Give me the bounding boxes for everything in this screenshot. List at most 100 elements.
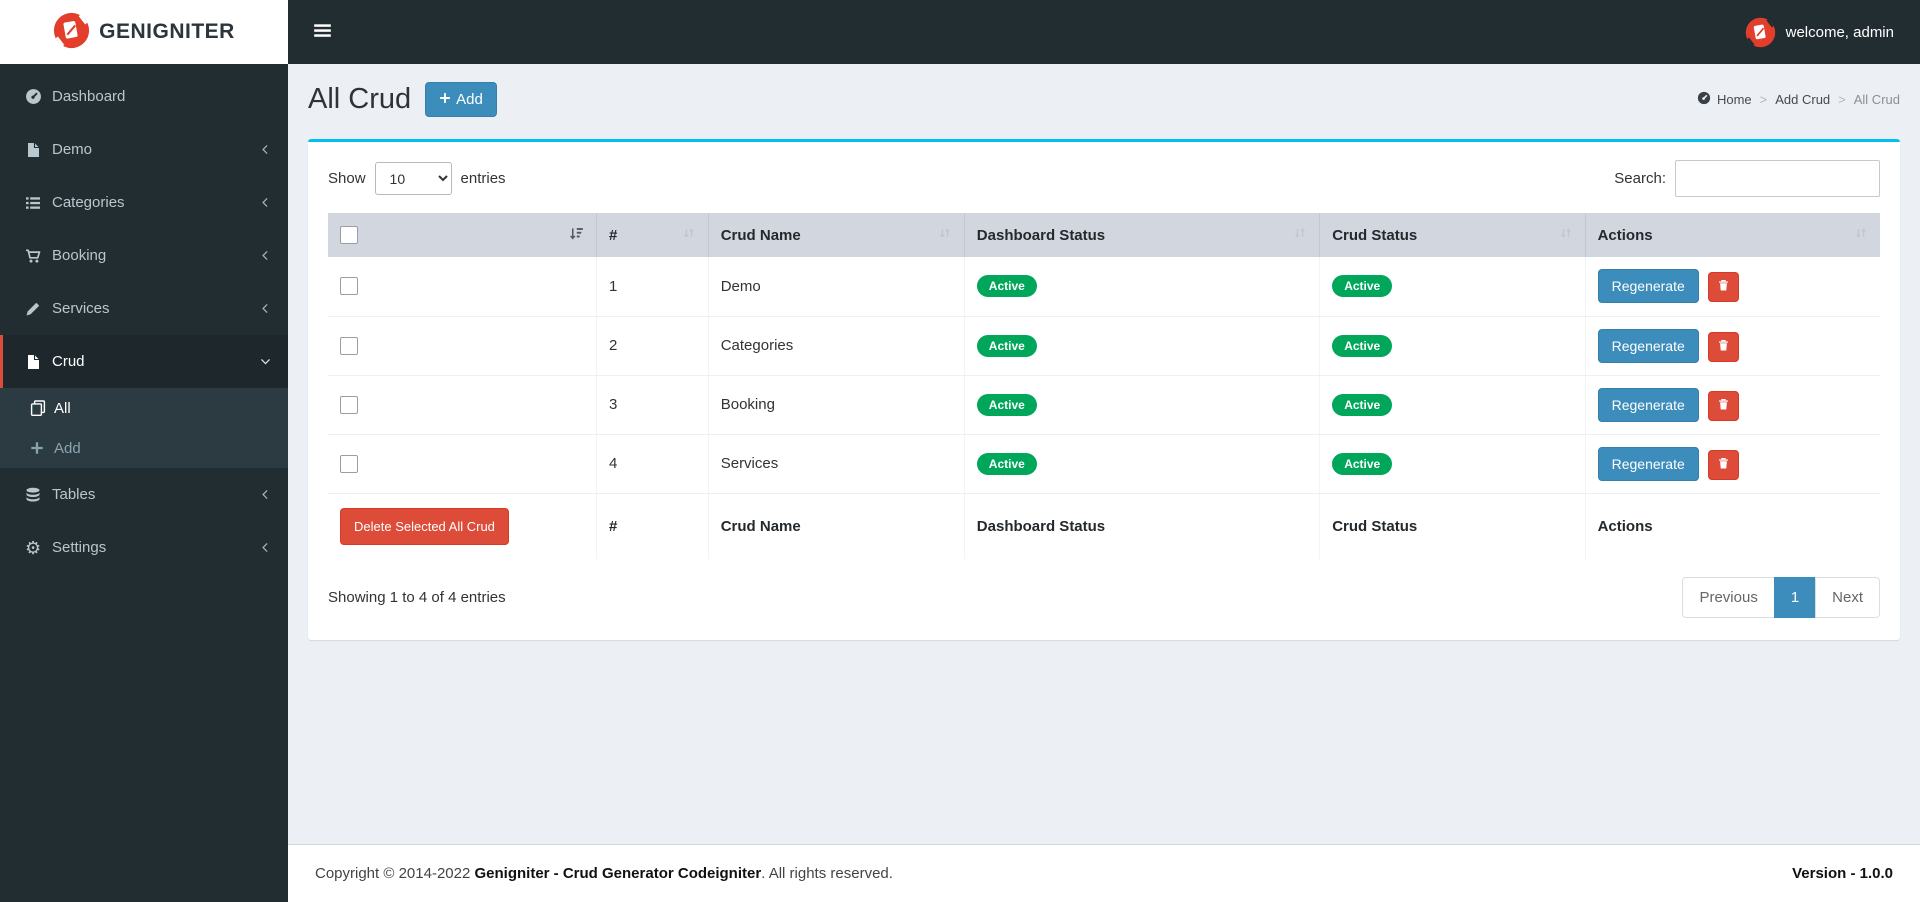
row-crud-name: Demo bbox=[708, 257, 965, 317]
database-icon bbox=[25, 487, 52, 503]
row-checkbox[interactable] bbox=[340, 454, 358, 473]
header-num[interactable]: # bbox=[596, 213, 709, 257]
chevron-left-icon bbox=[259, 541, 272, 554]
status-badge: Active bbox=[976, 452, 1037, 475]
crud-table: # Crud Name Dashboard Status Crud Status… bbox=[328, 213, 1880, 559]
delete-row-button[interactable] bbox=[1707, 272, 1739, 303]
list-icon bbox=[25, 195, 52, 211]
row-num: 3 bbox=[596, 375, 709, 435]
show-label: Show bbox=[328, 170, 366, 187]
row-num: 4 bbox=[596, 434, 709, 494]
sidebar-item-tables[interactable]: Tables bbox=[0, 468, 288, 521]
delete-row-button[interactable] bbox=[1707, 390, 1739, 421]
search-control: Search: bbox=[1614, 160, 1880, 197]
regenerate-button[interactable]: Regenerate bbox=[1597, 328, 1699, 363]
user-menu[interactable]: welcome, admin bbox=[1745, 17, 1920, 48]
content-header: All Crud Add Home > Add Crud > All Crud bbox=[288, 64, 1920, 125]
sidebar-toggle-button[interactable] bbox=[288, 0, 357, 64]
header-actions[interactable]: Actions bbox=[1585, 213, 1880, 257]
menu-icon bbox=[313, 21, 332, 43]
table-info-text: Showing 1 to 4 of 4 entries bbox=[328, 589, 506, 606]
delete-row-button[interactable] bbox=[1707, 331, 1739, 362]
table-footer-row: Delete Selected All Crud # Crud Name Das… bbox=[328, 493, 1880, 559]
chevron-left-icon bbox=[259, 196, 272, 209]
sidebar-item-demo[interactable]: Demo bbox=[0, 123, 288, 176]
regenerate-button[interactable]: Regenerate bbox=[1597, 446, 1699, 481]
row-crud-name: Categories bbox=[708, 316, 965, 376]
avatar bbox=[1745, 17, 1776, 48]
sort-icon bbox=[1854, 226, 1868, 244]
regenerate-button[interactable]: Regenerate bbox=[1597, 269, 1699, 304]
trash-icon bbox=[1717, 457, 1730, 473]
sidebar-submenu-crud: All Add bbox=[0, 388, 288, 468]
breadcrumb-separator: > bbox=[1759, 92, 1768, 107]
delete-selected-button[interactable]: Delete Selected All Crud bbox=[340, 507, 509, 545]
delete-row-button[interactable] bbox=[1707, 449, 1739, 480]
status-badge: Active bbox=[1332, 393, 1393, 416]
table-row: 1 Demo Active Active Regenerate bbox=[328, 257, 1880, 317]
search-input[interactable] bbox=[1675, 160, 1880, 197]
page-footer: Copyright © 2014-2022 Genigniter - Crud … bbox=[288, 844, 1920, 902]
select-all-checkbox[interactable] bbox=[340, 226, 358, 244]
pagination-previous[interactable]: Previous bbox=[1682, 577, 1775, 618]
sort-icon bbox=[682, 226, 696, 244]
sidebar-item-crud[interactable]: Crud bbox=[0, 335, 288, 388]
gauge-icon bbox=[25, 88, 52, 105]
cart-icon bbox=[25, 248, 52, 264]
chevron-left-icon bbox=[259, 302, 272, 315]
sort-icon bbox=[1293, 226, 1307, 244]
pagination-page-1[interactable]: 1 bbox=[1773, 577, 1817, 618]
footer-crud-status: Crud Status bbox=[1319, 493, 1586, 559]
row-checkbox[interactable] bbox=[340, 395, 358, 414]
table-row: 3 Booking Active Active Regenerate bbox=[328, 375, 1880, 435]
header-crud-status[interactable]: Crud Status bbox=[1319, 213, 1586, 257]
table-row: 2 Categories Active Active Regenerate bbox=[328, 316, 1880, 376]
pencil-icon bbox=[25, 301, 52, 317]
trash-icon bbox=[1717, 398, 1730, 414]
welcome-text: welcome, admin bbox=[1785, 23, 1894, 41]
copy-icon bbox=[30, 400, 54, 416]
footer-num: # bbox=[596, 493, 709, 559]
entries-label: entries bbox=[460, 170, 506, 187]
table-header-row: # Crud Name Dashboard Status Crud Status… bbox=[328, 213, 1880, 257]
version-text: Version - 1.0.0 bbox=[1792, 865, 1893, 882]
breadcrumb-separator: > bbox=[1838, 92, 1846, 107]
sidebar-item-categories[interactable]: Categories bbox=[0, 176, 288, 229]
sort-desc-icon bbox=[569, 226, 584, 245]
row-checkbox[interactable] bbox=[340, 277, 358, 296]
sidebar-subitem-all[interactable]: All bbox=[0, 388, 288, 428]
row-crud-name: Booking bbox=[708, 375, 965, 435]
footer-dashboard-status: Dashboard Status bbox=[964, 493, 1321, 559]
add-crud-button[interactable]: Add bbox=[425, 82, 497, 117]
app-window: GENIGNITER Dashboard Demo Categories Boo… bbox=[0, 0, 1920, 902]
sidebar-item-dashboard[interactable]: Dashboard bbox=[0, 70, 288, 123]
file-icon bbox=[25, 142, 52, 158]
header-dashboard-status[interactable]: Dashboard Status bbox=[964, 213, 1321, 257]
chevron-left-icon bbox=[259, 249, 272, 262]
gauge-icon bbox=[1697, 91, 1711, 108]
sidebar-subitem-add[interactable]: Add bbox=[0, 428, 288, 468]
row-num: 1 bbox=[596, 257, 709, 317]
brand-logo-icon bbox=[53, 12, 90, 53]
sidebar-item-settings[interactable]: ⚙ Settings bbox=[0, 521, 288, 574]
footer-crud-name: Crud Name bbox=[708, 493, 965, 559]
page-length-control: Show 10 entries bbox=[328, 162, 506, 195]
header-select-column[interactable] bbox=[328, 213, 597, 257]
regenerate-button[interactable]: Regenerate bbox=[1597, 387, 1699, 422]
sidebar-item-booking[interactable]: Booking bbox=[0, 229, 288, 282]
breadcrumb-home-link[interactable]: Home bbox=[1697, 91, 1752, 108]
pagination-next[interactable]: Next bbox=[1815, 577, 1880, 618]
breadcrumb-current: All Crud bbox=[1853, 92, 1900, 107]
plus-icon bbox=[30, 441, 54, 455]
table-row: 4 Services Active Active Regenerate bbox=[328, 434, 1880, 494]
breadcrumb-addcrud-link[interactable]: Add Crud bbox=[1775, 92, 1830, 107]
status-badge: Active bbox=[976, 393, 1037, 416]
header-crud-name[interactable]: Crud Name bbox=[708, 213, 965, 257]
page-length-select[interactable]: 10 bbox=[374, 162, 452, 195]
brand-logo[interactable]: GENIGNITER bbox=[0, 0, 288, 64]
search-label: Search: bbox=[1614, 170, 1666, 187]
sidebar-item-services[interactable]: Services bbox=[0, 282, 288, 335]
row-checkbox[interactable] bbox=[340, 336, 358, 355]
sidebar: GENIGNITER Dashboard Demo Categories Boo… bbox=[0, 0, 288, 902]
row-num: 2 bbox=[596, 316, 709, 376]
